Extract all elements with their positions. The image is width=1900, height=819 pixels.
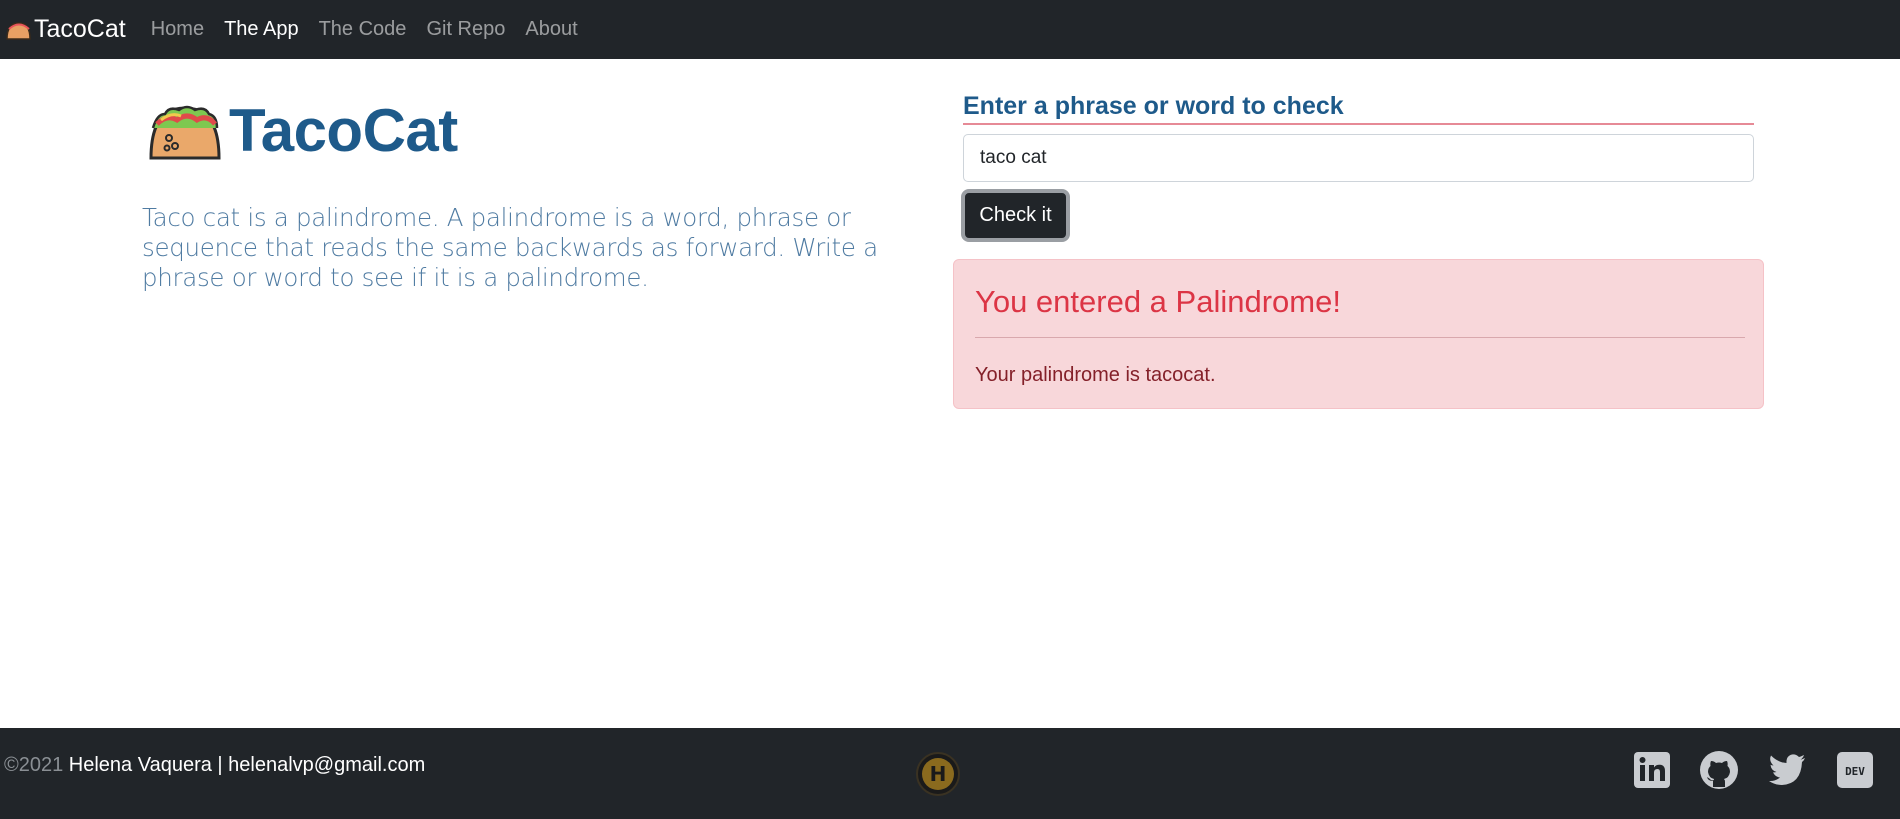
navbar: TacoCat Home The App The Code Git Repo A…: [0, 0, 1900, 59]
alert-divider: [975, 337, 1745, 338]
taco-icon: [149, 105, 221, 159]
nav-the-app[interactable]: The App: [224, 18, 299, 41]
phrase-label: Enter a phrase or word to check: [963, 92, 1754, 125]
nav-about[interactable]: About: [525, 18, 577, 41]
hero-description: Taco cat is a palindrome. A palindrome i…: [142, 203, 878, 292]
alert-message: Your palindrome is tacocat.: [975, 364, 1216, 386]
nav-the-code[interactable]: The Code: [319, 18, 407, 41]
nav-git-repo[interactable]: Git Repo: [426, 18, 505, 41]
brand-label: TacoCat: [34, 15, 126, 43]
logo-letter: H: [922, 758, 954, 790]
twitter-icon[interactable]: [1767, 750, 1807, 790]
linkedin-icon[interactable]: [1632, 750, 1672, 790]
hero-title: TacoCat: [229, 97, 458, 164]
footer: ©2021 Helena Vaquera | helenalvp@gmail.c…: [0, 728, 1900, 819]
svg-text:DEV: DEV: [1845, 765, 1865, 778]
check-it-button[interactable]: Check it: [961, 189, 1070, 242]
copyright-year: ©2021: [4, 754, 64, 776]
nav-home[interactable]: Home: [151, 18, 204, 41]
page-title: TacoCat: [147, 96, 458, 165]
alert-heading: You entered a Palindrome!: [975, 284, 1341, 319]
phrase-input[interactable]: [963, 134, 1754, 182]
taco-icon: [6, 21, 31, 40]
brand-link[interactable]: TacoCat: [5, 15, 126, 44]
copyright: ©2021 Helena Vaquera | helenalvp@gmail.c…: [4, 754, 425, 777]
footer-logo[interactable]: H: [916, 752, 960, 796]
dev-icon[interactable]: DEV: [1835, 750, 1875, 790]
result-alert: You entered a Palindrome! Your palindrom…: [953, 259, 1764, 409]
copyright-author: Helena Vaquera | helenalvp@gmail.com: [63, 754, 426, 776]
github-icon[interactable]: [1699, 750, 1739, 790]
